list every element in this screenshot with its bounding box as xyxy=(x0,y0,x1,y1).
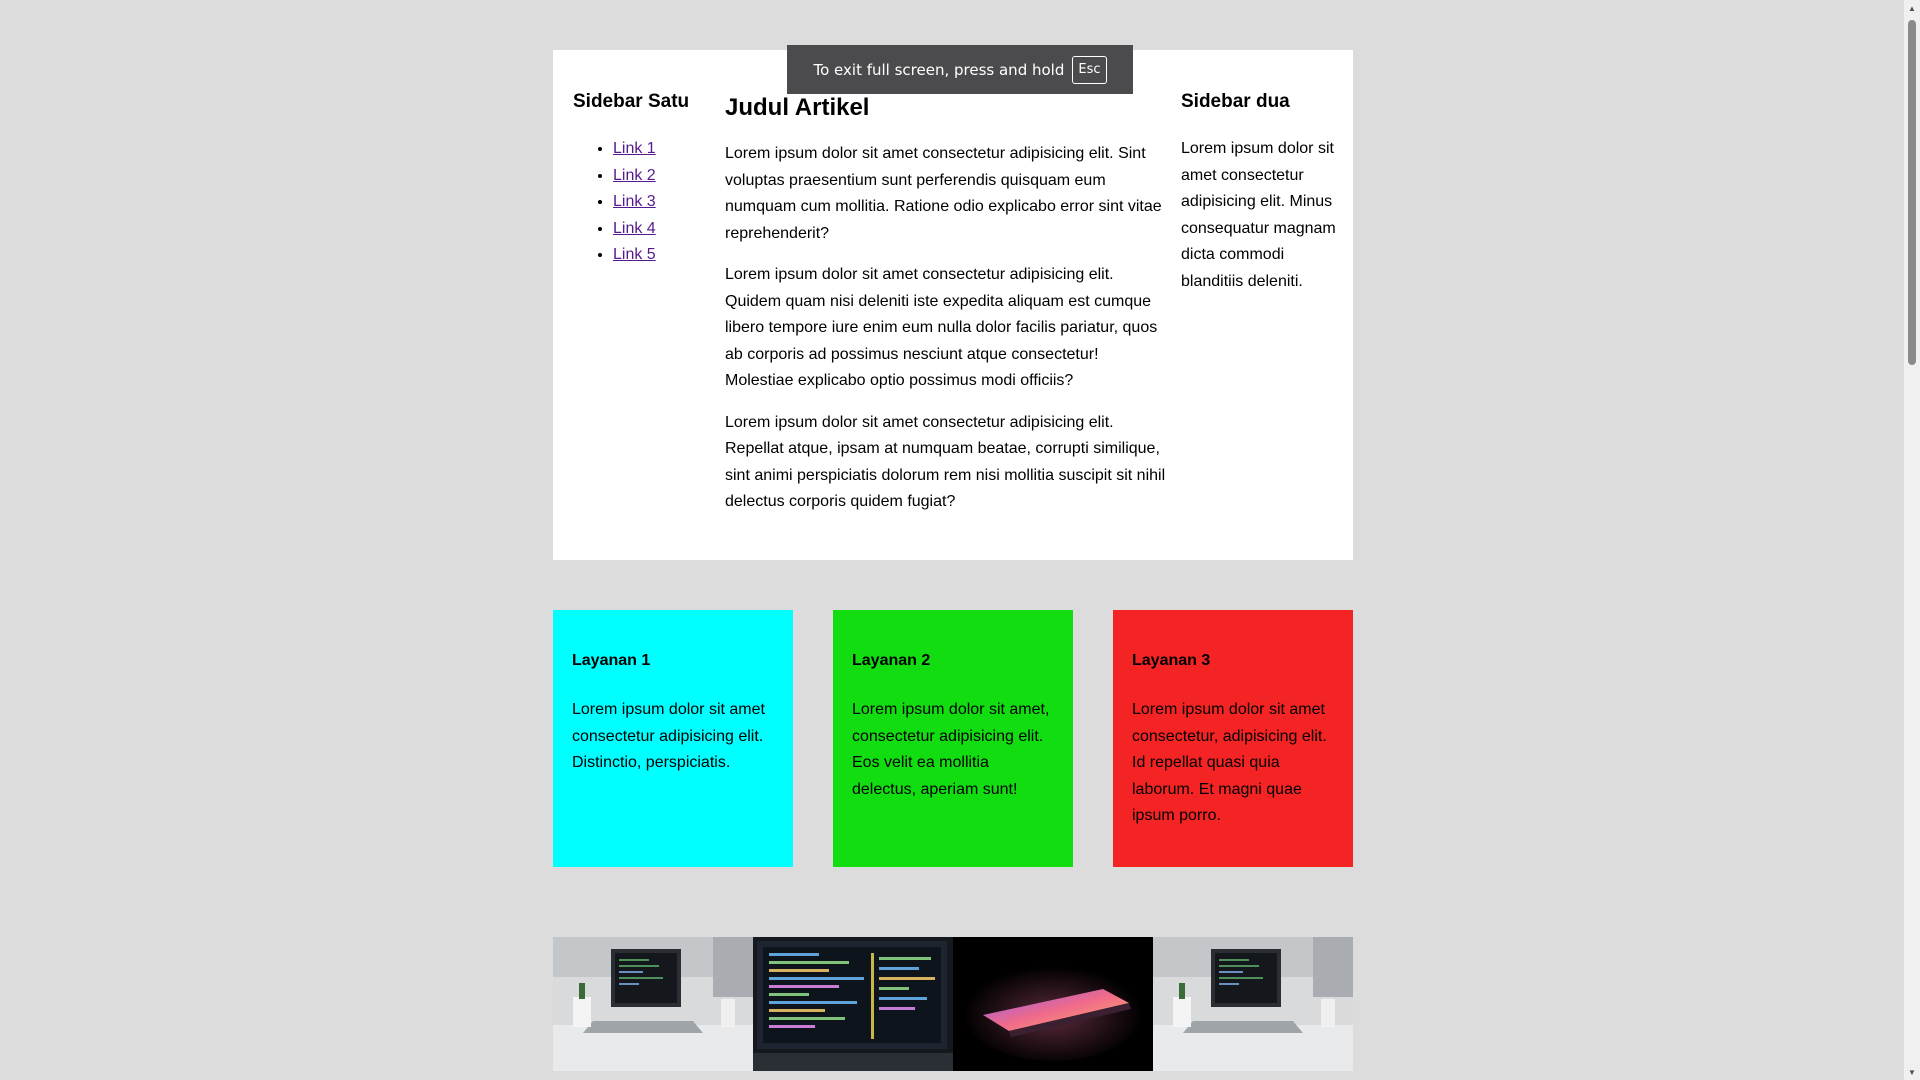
sidebar-one: Sidebar Satu Link 1 Link 2 Link 3 Link 4… xyxy=(573,90,713,269)
sidebar-one-links: Link 1 Link 2 Link 3 Link 4 Link 5 xyxy=(573,136,713,269)
service-card-2: Layanan 2 Lorem ipsum dolor sit amet, co… xyxy=(833,610,1073,867)
sidebar-link-3[interactable]: Link 3 xyxy=(613,193,656,210)
list-item: Link 2 xyxy=(613,163,713,190)
service-text: Lorem ipsum dolor sit amet consectetur a… xyxy=(572,701,765,771)
scrollbar-thumb[interactable] xyxy=(1908,20,1916,365)
main-article: Judul Artikel Lorem ipsum dolor sit amet… xyxy=(725,93,1170,531)
laptop-desk-image xyxy=(1153,937,1353,1071)
service-title: Layanan 1 xyxy=(572,652,651,669)
article-title: Judul Artikel xyxy=(725,94,870,121)
esc-key-badge: Esc xyxy=(1072,55,1107,84)
vertical-scrollbar[interactable]: ▲ ▼ xyxy=(1904,0,1920,1080)
service-text: Lorem ipsum dolor sit amet, consectetur … xyxy=(852,701,1050,798)
code-laptop-image xyxy=(753,937,953,1071)
service-card-3: Layanan 3 Lorem ipsum dolor sit amet con… xyxy=(1113,610,1353,867)
service-title: Layanan 3 xyxy=(1132,652,1211,669)
list-item: Link 5 xyxy=(613,242,713,269)
fullscreen-notice-text: To exit full screen, press and hold xyxy=(813,60,1065,79)
page: Sidebar Satu Link 1 Link 2 Link 3 Link 4… xyxy=(0,0,1904,1080)
scroll-down-arrow-icon[interactable]: ▼ xyxy=(1904,1064,1920,1080)
article-paragraph-3: Lorem ipsum dolor sit amet consectetur a… xyxy=(725,413,1166,511)
list-item: Link 1 xyxy=(613,136,713,163)
article-paragraph-1: Lorem ipsum dolor sit amet consectetur a… xyxy=(725,145,1162,242)
gallery-image-glowing-laptop xyxy=(953,937,1153,1071)
sidebar-link-2[interactable]: Link 2 xyxy=(613,167,656,184)
image-gallery xyxy=(553,937,1353,1071)
list-item: Link 4 xyxy=(613,216,713,243)
glowing-laptop-image xyxy=(953,937,1153,1071)
sidebar-two: Sidebar dua Lorem ipsum dolor sit amet c… xyxy=(1181,90,1341,295)
scroll-up-arrow-icon[interactable]: ▲ xyxy=(1904,0,1920,16)
sidebar-link-1[interactable]: Link 1 xyxy=(613,140,656,157)
sidebar-link-4[interactable]: Link 4 xyxy=(613,220,656,237)
gallery-image-laptop-desk-2 xyxy=(1153,937,1353,1071)
gallery-image-laptop-desk xyxy=(553,937,753,1071)
article-paragraph-2: Lorem ipsum dolor sit amet consectetur a… xyxy=(725,266,1158,389)
sidebar-two-text: Lorem ipsum dolor sit amet consectetur a… xyxy=(1181,140,1336,290)
fullscreen-notice: To exit full screen, press and hold Esc xyxy=(787,45,1133,94)
gallery-image-code-laptop xyxy=(753,937,953,1071)
article-section: Sidebar Satu Link 1 Link 2 Link 3 Link 4… xyxy=(553,50,1353,560)
sidebar-one-title: Sidebar Satu xyxy=(573,91,690,112)
sidebar-two-title: Sidebar dua xyxy=(1181,91,1290,112)
service-text: Lorem ipsum dolor sit amet consectetur, … xyxy=(1132,701,1327,824)
sidebar-link-5[interactable]: Link 5 xyxy=(613,246,656,263)
service-title: Layanan 2 xyxy=(852,652,931,669)
laptop-desk-image xyxy=(553,937,753,1071)
list-item: Link 3 xyxy=(613,189,713,216)
service-card-1: Layanan 1 Lorem ipsum dolor sit amet con… xyxy=(553,610,793,867)
